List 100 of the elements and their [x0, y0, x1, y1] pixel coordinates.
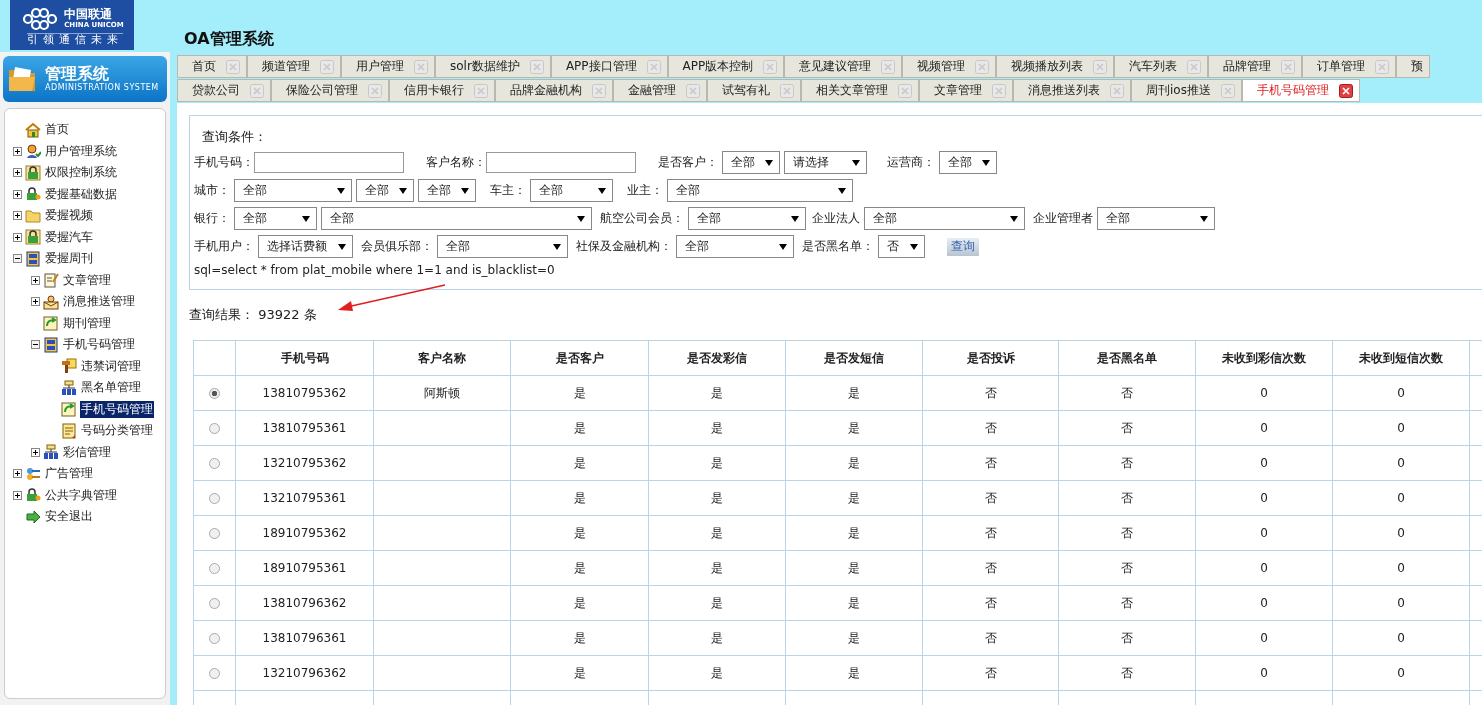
dropdown[interactable]: 全部: [530, 179, 613, 202]
dropdown[interactable]: 全部: [864, 207, 1025, 230]
field-label: 是否客户：: [658, 154, 718, 171]
expand-toggle[interactable]: [31, 297, 40, 307]
dropdown[interactable]: 全部: [437, 235, 568, 258]
expand-toggle[interactable]: [13, 490, 22, 500]
tab[interactable]: 用户管理: [341, 55, 435, 78]
dropdown[interactable]: 全部: [321, 207, 592, 230]
tab[interactable]: 频道管理: [247, 55, 341, 78]
tab[interactable]: 品牌管理: [1208, 55, 1303, 78]
tree-item[interactable]: 彩信管理: [62, 443, 112, 461]
radio-button[interactable]: [209, 423, 220, 434]
radio-button[interactable]: [209, 668, 220, 679]
tree-item[interactable]: 手机号码管理: [80, 400, 154, 418]
tree-item[interactable]: 安全退出: [44, 508, 94, 526]
tree-item[interactable]: 爱握汽车: [44, 228, 94, 246]
expand-toggle[interactable]: [13, 232, 22, 242]
expand-toggle[interactable]: [31, 447, 40, 457]
tab[interactable]: APP版本控制: [667, 55, 785, 78]
expand-toggle[interactable]: [13, 146, 22, 156]
caret-icon: [338, 242, 346, 251]
radio-button[interactable]: [209, 388, 220, 399]
radio-button[interactable]: [209, 563, 220, 574]
tree-item[interactable]: 用户管理系统: [44, 142, 118, 160]
radio-button[interactable]: [209, 458, 220, 469]
tab[interactable]: 视频管理: [902, 55, 997, 78]
table-cell: 0: [1397, 561, 1405, 575]
table-cell: 是: [711, 560, 723, 575]
radio-button[interactable]: [209, 528, 220, 539]
table-cell: 是: [848, 595, 860, 610]
tab[interactable]: 周刊ios推送: [1131, 79, 1242, 102]
dropdown[interactable]: 全部: [234, 179, 352, 202]
tree-item[interactable]: 首页: [44, 121, 70, 139]
table-cell: 0: [1260, 421, 1268, 435]
dropdown[interactable]: 全部: [939, 151, 997, 174]
tab[interactable]: 相关文章管理: [801, 79, 919, 102]
tab[interactable]: 贷款公司: [177, 79, 271, 102]
input-field[interactable]: [486, 152, 636, 173]
dropdown[interactable]: 全部: [667, 179, 853, 202]
radio-button[interactable]: [209, 493, 220, 504]
expand-toggle[interactable]: [31, 275, 40, 285]
tree-item[interactable]: 手机号码管理: [62, 336, 136, 354]
expand-toggle[interactable]: [13, 211, 22, 221]
dropdown[interactable]: 全部: [356, 179, 414, 202]
tree-item[interactable]: 消息推送管理: [62, 293, 136, 311]
tree-item[interactable]: 广告管理: [44, 465, 94, 483]
expand-toggle[interactable]: [13, 168, 22, 178]
table-cell: 是: [848, 490, 860, 505]
dropdown[interactable]: 全部: [1097, 207, 1215, 230]
dropdown[interactable]: 否: [878, 235, 925, 258]
tab[interactable]: 视频播放列表: [996, 55, 1115, 78]
tab[interactable]: 保险公司管理: [271, 79, 389, 102]
tree-item[interactable]: 爱握基础数据: [44, 185, 118, 203]
dropdown[interactable]: 全部: [688, 207, 806, 230]
tab[interactable]: 订单管理: [1302, 55, 1397, 78]
table-cell: 0: [1260, 666, 1268, 680]
dropdown[interactable]: 全部: [722, 151, 780, 174]
tab[interactable]: 预: [1396, 55, 1431, 78]
tree-item[interactable]: 爱握周刊: [44, 250, 94, 268]
search-button[interactable]: 查询: [947, 237, 979, 256]
tab[interactable]: 手机号码管理: [1241, 79, 1360, 102]
tab[interactable]: 信用卡银行: [389, 79, 495, 102]
tab[interactable]: 品牌金融机构: [495, 79, 613, 102]
dropdown[interactable]: 全部: [418, 179, 476, 202]
tree-item[interactable]: 号码分类管理: [80, 422, 154, 440]
input-field[interactable]: [254, 152, 404, 173]
radio-button[interactable]: [209, 598, 220, 609]
dropdown[interactable]: 全部: [234, 207, 317, 230]
home-icon: [25, 121, 41, 138]
dropdown[interactable]: 请选择: [784, 151, 867, 174]
tab[interactable]: 消息推送列表: [1013, 79, 1131, 102]
expand-toggle[interactable]: [13, 189, 22, 199]
tree-item[interactable]: 期刊管理: [62, 314, 112, 332]
radio-button[interactable]: [209, 633, 220, 644]
tab[interactable]: solr数据维护: [435, 55, 551, 78]
tab[interactable]: 首页: [177, 55, 247, 78]
tree-item[interactable]: 公共字典管理: [44, 486, 118, 504]
dropdown[interactable]: 全部: [676, 235, 794, 258]
tree-item[interactable]: 爱握视频: [44, 207, 94, 225]
tab[interactable]: 汽车列表: [1114, 55, 1209, 78]
close-icon[interactable]: [1338, 83, 1353, 98]
tab[interactable]: 意见建议管理: [784, 55, 903, 78]
tab[interactable]: 试驾有礼: [707, 79, 801, 102]
expand-toggle[interactable]: [31, 340, 40, 350]
expand-toggle[interactable]: [13, 254, 22, 264]
table-cell: 否: [1121, 525, 1133, 540]
tree-item[interactable]: 权限控制系统: [44, 164, 118, 182]
expand-toggle[interactable]: [13, 469, 22, 479]
tree-item[interactable]: 文章管理: [62, 271, 112, 289]
tree-item[interactable]: 黑名单管理: [80, 379, 142, 397]
tab[interactable]: 金融管理: [613, 79, 707, 102]
table-cell: 是: [848, 385, 860, 400]
tree-item[interactable]: 违禁词管理: [80, 357, 142, 375]
table-cell: 否: [1121, 420, 1133, 435]
tab[interactable]: APP接口管理: [550, 55, 668, 78]
tab[interactable]: 文章管理: [919, 79, 1013, 102]
folder-icon: [25, 207, 41, 224]
dropdown[interactable]: 选择话费额: [258, 235, 353, 258]
table-cell: 0: [1397, 596, 1405, 610]
table-cell: 13810795361: [262, 421, 347, 435]
